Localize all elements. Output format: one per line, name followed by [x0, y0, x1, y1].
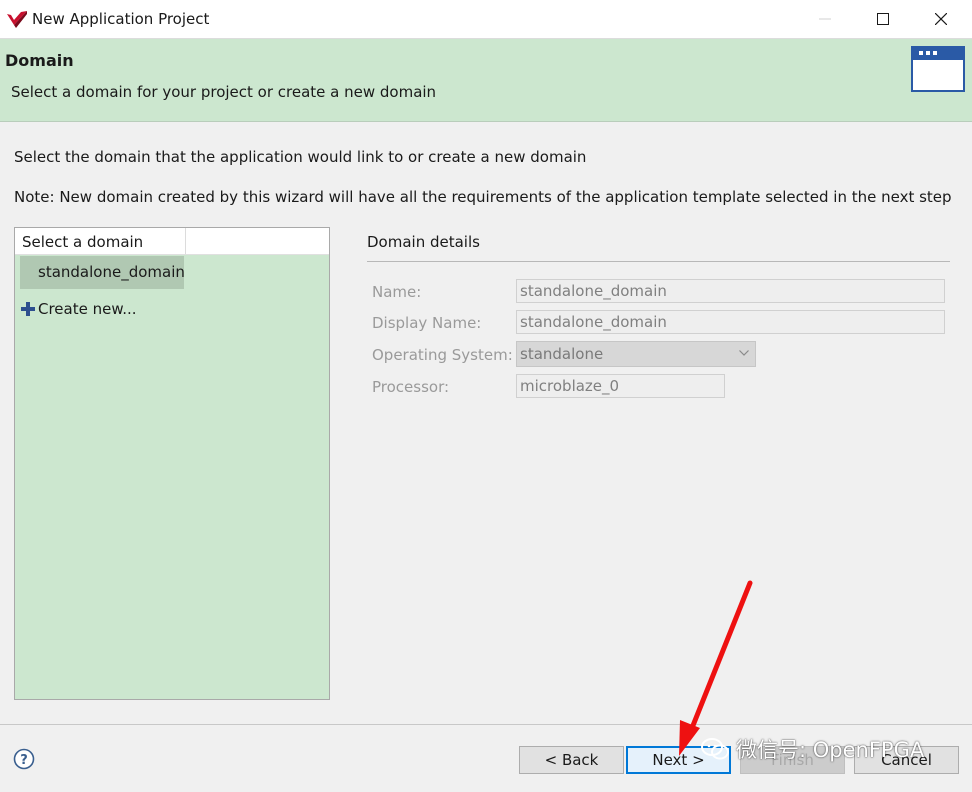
domain-details-heading: Domain details: [367, 233, 480, 251]
list-item-standalone-domain[interactable]: standalone_domain: [20, 256, 185, 289]
wizard-banner: Domain Select a domain for your project …: [0, 39, 972, 122]
footer-divider: [0, 724, 972, 725]
column-divider: [185, 228, 186, 254]
domain-list[interactable]: Select a domain standalone_domain Create…: [14, 227, 330, 700]
maximize-icon: [877, 13, 889, 25]
app-logo-icon: [7, 11, 27, 28]
close-button[interactable]: [912, 0, 970, 38]
plus-icon: [21, 302, 35, 316]
help-icon[interactable]: ?: [13, 748, 35, 770]
maximize-button[interactable]: [854, 0, 912, 38]
finish-button: Finish: [740, 746, 845, 774]
operating-system-value: standalone: [520, 345, 604, 363]
banner-subtitle: Select a domain for your project or crea…: [11, 83, 437, 101]
processor-label: Processor:: [372, 378, 450, 396]
processor-field: microblaze_0: [516, 374, 725, 398]
title-bar: New Application Project: [0, 0, 972, 39]
list-header-label: Select a domain: [22, 233, 144, 251]
close-icon: [935, 13, 947, 25]
minimize-button[interactable]: [796, 0, 854, 38]
list-item-label: standalone_domain: [38, 263, 185, 281]
back-button[interactable]: < Back: [519, 746, 624, 774]
display-name-field: standalone_domain: [516, 310, 945, 334]
window-icon: [911, 46, 965, 92]
display-name-label: Display Name:: [372, 314, 482, 332]
cancel-button[interactable]: Cancel: [854, 746, 959, 774]
next-button[interactable]: Next >: [626, 746, 731, 774]
note-text: Note: New domain created by this wizard …: [14, 188, 952, 206]
minimize-icon: [819, 18, 831, 20]
svg-text:?: ?: [20, 753, 28, 768]
name-field: standalone_domain: [516, 279, 945, 303]
operating-system-select: standalone: [516, 341, 756, 367]
list-header: Select a domain: [15, 228, 329, 255]
chevron-down-icon: [739, 350, 749, 356]
name-label: Name:: [372, 283, 422, 301]
banner-title: Domain: [5, 51, 74, 70]
instruction-text: Select the domain that the application w…: [14, 148, 587, 166]
create-new-domain-link[interactable]: Create new...: [20, 298, 137, 320]
window-title: New Application Project: [32, 10, 210, 28]
details-divider: [367, 261, 950, 262]
create-new-label: Create new...: [38, 300, 137, 318]
operating-system-label: Operating System:: [372, 346, 513, 364]
